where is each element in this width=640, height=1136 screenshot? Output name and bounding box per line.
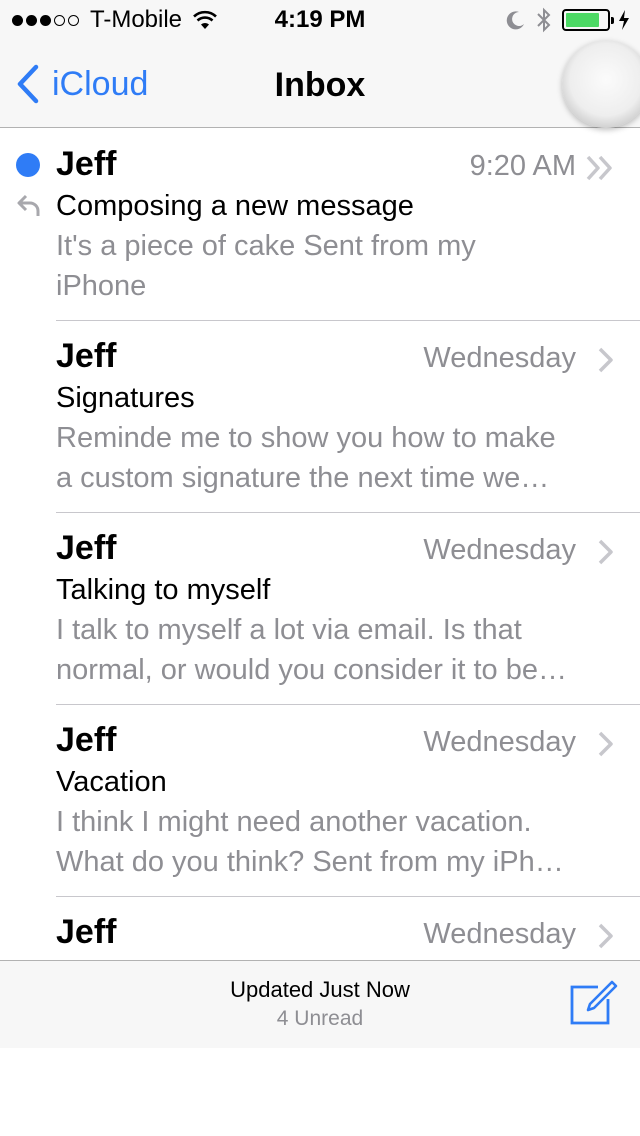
message-subject: Vacation [56, 766, 167, 798]
chevron-right-icon [598, 539, 613, 565]
preview-line: normal, or would you consider it to be… [56, 654, 567, 686]
battery-icon [562, 9, 614, 31]
status-right [506, 7, 630, 33]
message-preview: It's a piece of cake Sent from my iPhone [56, 226, 616, 306]
bottom-toolbar: Updated Just Now 4 Unread [0, 960, 640, 1048]
message-row[interactable]: Jeff Wednesday Vacation I think I might … [0, 705, 640, 897]
page-title: Inbox [274, 66, 366, 104]
message-preview: I think I might need another vacation. W… [56, 802, 616, 882]
bluetooth-icon [537, 7, 551, 33]
chevron-right-icon [598, 923, 613, 949]
message-date: Wednesday [423, 726, 576, 758]
compose-icon[interactable] [568, 979, 618, 1027]
preview-line: I talk to myself a lot via email. Is tha… [56, 614, 522, 646]
message-sender: Jeff [56, 913, 117, 951]
update-status: Updated Just Now [230, 977, 410, 1002]
message-sender: Jeff [56, 721, 117, 759]
message-sender: Jeff [56, 145, 117, 183]
message-sender: Jeff [56, 337, 117, 375]
message-subject: Talking to myself [56, 574, 271, 606]
moon-icon [506, 11, 524, 30]
message-preview: Reminde me to show you how to make a cus… [56, 418, 616, 498]
message-row[interactable]: Jeff 9:20 AM Composing a new message It'… [0, 129, 640, 321]
charging-icon [619, 10, 629, 30]
preview-line: iPhone [56, 270, 147, 302]
message-date: Wednesday [423, 342, 576, 374]
thread-chevron-icon [586, 155, 612, 181]
unread-count: 4 Unread [276, 1007, 364, 1030]
navigation-bar: iCloud Inbox [0, 40, 640, 128]
message-preview: I talk to myself a lot via email. Is tha… [56, 610, 616, 690]
chevron-right-icon [598, 347, 613, 373]
battery-level [566, 13, 599, 27]
message-date: Wednesday [423, 918, 576, 950]
assistive-touch-button[interactable] [562, 40, 640, 128]
preview-line: What do you think? Sent from my iPh… [56, 846, 564, 878]
message-row[interactable]: Jeff Wednesday Talking to myself I talk … [0, 513, 640, 705]
preview-line: I think I might need another vacation. [56, 806, 532, 838]
message-date: Wednesday [423, 534, 576, 566]
status-bar: T-Mobile 4:19 PM [0, 0, 640, 40]
message-subject: Signatures [56, 382, 195, 414]
message-row[interactable]: Jeff Wednesday Signatures Reminde me to … [0, 321, 640, 513]
preview-line: Reminde me to show you how to make [56, 422, 556, 454]
message-sender: Jeff [56, 529, 117, 567]
unread-dot-icon [16, 153, 40, 177]
message-list: Jeff 9:20 AM Composing a new message It'… [0, 129, 640, 1089]
chevron-right-icon [598, 731, 613, 757]
preview-line: It's a piece of cake Sent from my [56, 230, 476, 262]
replied-arrow-icon [17, 194, 40, 216]
message-date: 9:20 AM [469, 150, 576, 182]
battery-nub [611, 17, 614, 24]
preview-line: a custom signature the next time we… [56, 462, 550, 494]
message-subject: Composing a new message [56, 190, 414, 222]
